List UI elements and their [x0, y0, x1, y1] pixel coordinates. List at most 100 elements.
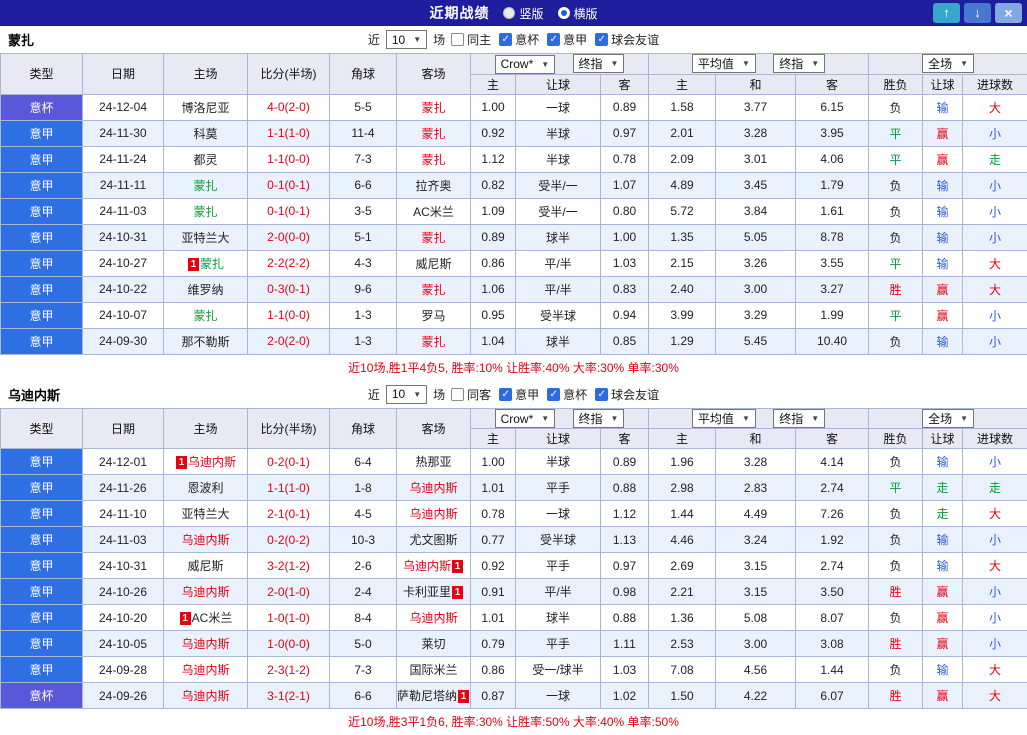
filter-checkbox-意杯[interactable]: ✓意杯: [499, 31, 539, 48]
team-link[interactable]: 萨勒尼塔纳: [397, 689, 457, 703]
score-link[interactable]: 1-1(1-0): [248, 475, 330, 501]
layout-radio-horizontal[interactable]: 横版: [558, 5, 598, 22]
team-link[interactable]: 乌迪内斯: [181, 637, 229, 651]
score-link[interactable]: 0-2(0-1): [248, 449, 330, 475]
filter-checkbox-同主[interactable]: 同主: [451, 31, 491, 48]
team-link[interactable]: 蒙扎: [421, 283, 445, 297]
bookmaker-select[interactable]: Crow*▼: [495, 409, 556, 428]
team-link[interactable]: 亚特兰大: [181, 231, 229, 245]
competition-type[interactable]: 意甲: [1, 501, 83, 527]
competition-type[interactable]: 意甲: [1, 475, 83, 501]
team-link[interactable]: 乌迪内斯: [409, 507, 457, 521]
asian-stage-select[interactable]: 终指▼: [573, 409, 625, 428]
team-link[interactable]: 蒙扎: [421, 335, 445, 349]
team-link[interactable]: 尤文图斯: [409, 533, 457, 547]
team-link[interactable]: 蒙扎: [421, 101, 445, 115]
team-link[interactable]: 蒙扎: [193, 179, 217, 193]
team-link[interactable]: 蒙扎: [193, 309, 217, 323]
filter-checkbox-意甲[interactable]: ✓意甲: [547, 31, 587, 48]
score-link[interactable]: 1-1(1-0): [248, 120, 330, 146]
team-link[interactable]: AC米兰: [413, 205, 454, 219]
team-link[interactable]: 亚特兰大: [181, 507, 229, 521]
team-link[interactable]: 蒙扎: [421, 127, 445, 141]
score-link[interactable]: 1-0(0-0): [248, 631, 330, 657]
competition-type[interactable]: 意甲: [1, 605, 83, 631]
score-link[interactable]: 0-2(0-2): [248, 527, 330, 553]
team-link[interactable]: 蒙扎: [193, 205, 217, 219]
competition-type[interactable]: 意甲: [1, 657, 83, 683]
team-link[interactable]: 乌迪内斯: [409, 481, 457, 495]
score-link[interactable]: 2-0(1-0): [248, 579, 330, 605]
team-link[interactable]: 蒙扎: [200, 257, 224, 271]
competition-type[interactable]: 意甲: [1, 120, 83, 146]
team-link[interactable]: 乌迪内斯: [181, 585, 229, 599]
team-link[interactable]: 乌迪内斯: [181, 689, 229, 703]
scope-select[interactable]: 全场▼: [922, 54, 974, 73]
score-link[interactable]: 2-3(1-2): [248, 657, 330, 683]
bookmaker-select[interactable]: Crow*▼: [495, 55, 556, 74]
competition-type[interactable]: 意甲: [1, 172, 83, 198]
euro-average-select[interactable]: 平均值▼: [692, 54, 756, 73]
score-link[interactable]: 0-1(0-1): [248, 172, 330, 198]
team-link[interactable]: 维罗纳: [187, 283, 223, 297]
score-link[interactable]: 2-2(2-2): [248, 250, 330, 276]
score-link[interactable]: 0-3(0-1): [248, 276, 330, 302]
close-icon[interactable]: ×: [995, 3, 1022, 23]
euro-average-select[interactable]: 平均值▼: [692, 409, 756, 428]
competition-type[interactable]: 意甲: [1, 302, 83, 328]
competition-type[interactable]: 意甲: [1, 527, 83, 553]
euro-stage-select[interactable]: 终指▼: [773, 409, 825, 428]
competition-type[interactable]: 意甲: [1, 276, 83, 302]
filter-checkbox-意甲[interactable]: ✓意甲: [499, 386, 539, 403]
team-link[interactable]: 莱切: [421, 637, 445, 651]
competition-type[interactable]: 意甲: [1, 449, 83, 475]
team-link[interactable]: 卡利亚里: [403, 585, 451, 599]
filter-checkbox-同客[interactable]: 同客: [451, 386, 491, 403]
score-link[interactable]: 3-2(1-2): [248, 553, 330, 579]
team-link[interactable]: 蒙扎: [421, 153, 445, 167]
team-link[interactable]: 罗马: [421, 309, 445, 323]
competition-type[interactable]: 意甲: [1, 631, 83, 657]
score-link[interactable]: 2-0(0-0): [248, 224, 330, 250]
team-link[interactable]: 乌迪内斯: [181, 533, 229, 547]
team-link[interactable]: 蒙扎: [421, 231, 445, 245]
filter-checkbox-球会友谊[interactable]: ✓球会友谊: [595, 31, 659, 48]
competition-type[interactable]: 意甲: [1, 250, 83, 276]
team-link[interactable]: 那不勒斯: [181, 335, 229, 349]
competition-type[interactable]: 意甲: [1, 146, 83, 172]
score-link[interactable]: 1-1(0-0): [248, 146, 330, 172]
layout-radio-vertical[interactable]: 竖版: [503, 5, 543, 22]
team-link[interactable]: 乌迪内斯: [403, 559, 451, 573]
score-link[interactable]: 0-1(0-1): [248, 198, 330, 224]
score-link[interactable]: 4-0(2-0): [248, 94, 330, 120]
score-link[interactable]: 2-1(0-1): [248, 501, 330, 527]
team-link[interactable]: 博洛尼亚: [181, 101, 229, 115]
match-count-select[interactable]: 10▼: [386, 385, 427, 404]
match-count-select[interactable]: 10▼: [386, 30, 427, 49]
competition-type[interactable]: 意甲: [1, 328, 83, 354]
team-link[interactable]: AC米兰: [192, 611, 233, 625]
score-link[interactable]: 1-1(0-0): [248, 302, 330, 328]
asian-stage-select[interactable]: 终指▼: [573, 54, 625, 73]
move-up-button[interactable]: ↑: [933, 3, 960, 23]
euro-stage-select[interactable]: 终指▼: [773, 54, 825, 73]
competition-type[interactable]: 意甲: [1, 579, 83, 605]
team-link[interactable]: 乌迪内斯: [409, 611, 457, 625]
team-link[interactable]: 拉齐奥: [415, 179, 451, 193]
team-link[interactable]: 威尼斯: [415, 257, 451, 271]
team-link[interactable]: 科莫: [193, 127, 217, 141]
filter-checkbox-球会友谊[interactable]: ✓球会友谊: [595, 386, 659, 403]
move-down-button[interactable]: ↓: [964, 3, 991, 23]
competition-type[interactable]: 意杯: [1, 683, 83, 709]
score-link[interactable]: 3-1(2-1): [248, 683, 330, 709]
team-link[interactable]: 都灵: [193, 153, 217, 167]
team-link[interactable]: 恩波利: [187, 481, 223, 495]
team-link[interactable]: 威尼斯: [187, 559, 223, 573]
team-link[interactable]: 热那亚: [415, 455, 451, 469]
filter-checkbox-意杯[interactable]: ✓意杯: [547, 386, 587, 403]
competition-type[interactable]: 意甲: [1, 553, 83, 579]
team-link[interactable]: 国际米兰: [409, 663, 457, 677]
score-link[interactable]: 2-0(2-0): [248, 328, 330, 354]
competition-type[interactable]: 意甲: [1, 198, 83, 224]
competition-type[interactable]: 意甲: [1, 224, 83, 250]
